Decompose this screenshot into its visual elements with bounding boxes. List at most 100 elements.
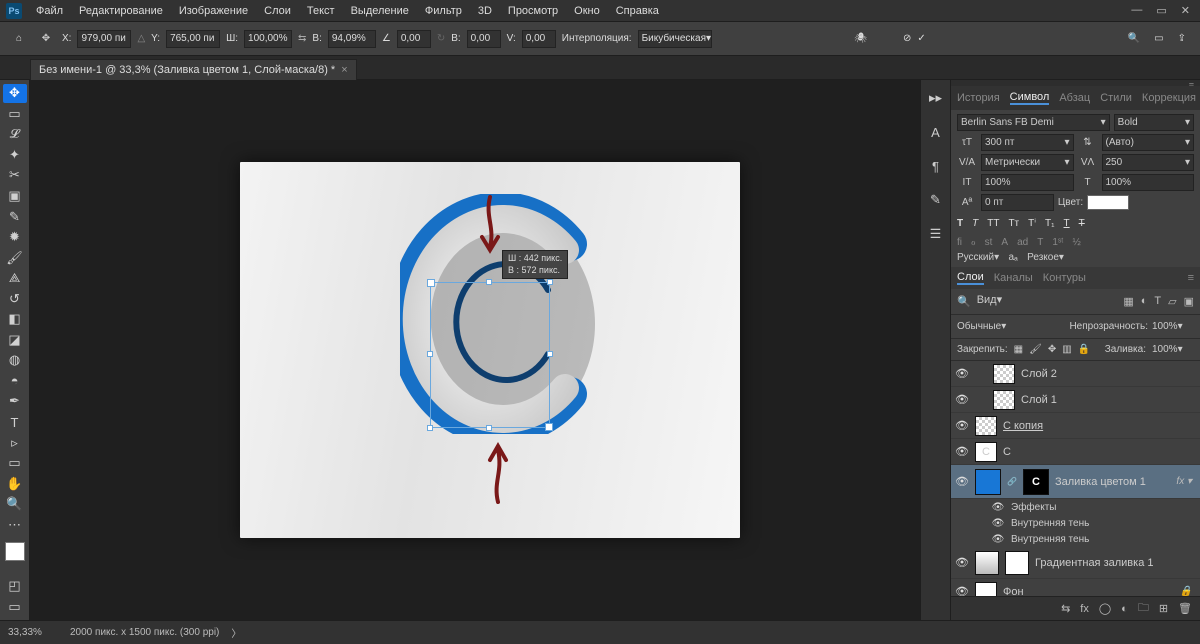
opt-y[interactable]: 765,00 пи bbox=[166, 30, 220, 48]
text-color-swatch[interactable] bbox=[1087, 195, 1129, 210]
antialias[interactable]: Резкое▾ bbox=[1027, 252, 1127, 263]
delete-icon[interactable]: 🗑 bbox=[1178, 602, 1192, 615]
fx-icon[interactable]: fx bbox=[1080, 603, 1089, 615]
tool-gradient[interactable]: ◪ bbox=[3, 331, 27, 350]
tracking[interactable]: Метрически▾ bbox=[981, 154, 1074, 171]
allcaps-icon[interactable]: TT bbox=[987, 218, 999, 229]
visibility-icon[interactable]: 👁 bbox=[955, 367, 969, 380]
menu-window[interactable]: Окно bbox=[566, 3, 608, 19]
tab-styles[interactable]: Стили bbox=[1100, 92, 1132, 104]
share-icon[interactable]: ⇪ bbox=[1178, 33, 1186, 44]
tool-move[interactable]: ✥ bbox=[3, 84, 27, 103]
tool-eyedrop[interactable]: ✎ bbox=[3, 207, 27, 226]
tab-layers[interactable]: Слои bbox=[957, 271, 984, 285]
tool-type[interactable]: T bbox=[3, 413, 27, 432]
search-icon[interactable]: 🔍 bbox=[1128, 33, 1140, 44]
tool-wand[interactable]: ✦ bbox=[3, 146, 27, 165]
zoom-level[interactable]: 33,33% bbox=[8, 627, 58, 638]
adjustment-icon[interactable]: ◐ bbox=[1121, 603, 1128, 615]
opt-w[interactable]: 100,00% bbox=[244, 30, 292, 48]
menu-image[interactable]: Изображение bbox=[171, 3, 256, 19]
tool-hand[interactable]: ✋ bbox=[3, 474, 27, 493]
mask-icon[interactable]: ◯ bbox=[1099, 602, 1111, 615]
lock-art-icon[interactable]: ▥ bbox=[1062, 344, 1071, 355]
new-layer-icon[interactable]: ⊞ bbox=[1159, 602, 1168, 615]
tool-frame[interactable]: ▣ bbox=[3, 187, 27, 206]
tool-zoom[interactable]: 🔍 bbox=[3, 495, 27, 514]
underline-icon[interactable]: T bbox=[1064, 218, 1070, 229]
puppet-icon[interactable]: 🕷 bbox=[854, 33, 867, 44]
window-close-icon[interactable]: ✕ bbox=[1181, 4, 1190, 17]
filter-pixel-icon[interactable]: ▦ bbox=[1123, 295, 1133, 308]
opt-h[interactable]: 94,09% bbox=[328, 30, 376, 48]
visibility-icon[interactable]: 👁 bbox=[955, 393, 969, 406]
menu-view[interactable]: Просмотр bbox=[500, 3, 566, 19]
visibility-icon[interactable]: 👁 bbox=[955, 585, 969, 596]
font-family[interactable]: Berlin Sans FB Demi▾ bbox=[957, 114, 1110, 131]
tool-path[interactable]: ▹ bbox=[3, 433, 27, 452]
glyph-icon[interactable]: ✎ bbox=[926, 190, 946, 210]
menu-filter[interactable]: Фильтр bbox=[417, 3, 470, 19]
layer-row[interactable]: 👁Градиентная заливка 1 bbox=[951, 547, 1200, 579]
char-icon[interactable]: A bbox=[926, 122, 946, 142]
menu-layers[interactable]: Слои bbox=[256, 3, 299, 19]
canvas[interactable]: Ш : 442 пикс. В : 572 пикс. bbox=[30, 80, 950, 620]
lock-trans-icon[interactable]: ▦ bbox=[1014, 344, 1023, 355]
fill[interactable]: 100%▾ bbox=[1152, 344, 1194, 355]
panel-menu-icon[interactable]: ≡ bbox=[1188, 272, 1194, 284]
menu-edit[interactable]: Редактирование bbox=[71, 3, 171, 19]
style-icon[interactable]: ☰ bbox=[926, 224, 946, 244]
menu-select[interactable]: Выделение bbox=[343, 3, 417, 19]
smallcaps-icon[interactable]: Tᴛ bbox=[1008, 218, 1019, 229]
tool-eraser[interactable]: ◧ bbox=[3, 310, 27, 329]
tool-history[interactable]: ↺ bbox=[3, 289, 27, 308]
menu-file[interactable]: Файл bbox=[28, 3, 71, 19]
lock-move-icon[interactable]: ✥ bbox=[1048, 344, 1056, 355]
lock-paint-icon[interactable]: 🖌 bbox=[1029, 344, 1042, 355]
tool-marquee[interactable]: ▭ bbox=[3, 105, 27, 124]
language[interactable]: Русский▾ bbox=[957, 252, 999, 263]
italic-icon[interactable]: T bbox=[972, 218, 978, 229]
workspace-icon[interactable]: ▭ bbox=[1154, 33, 1163, 44]
window-minimize-icon[interactable]: — bbox=[1131, 4, 1142, 17]
blend-mode[interactable]: Обычные▾ bbox=[957, 321, 1065, 332]
layer-row[interactable]: 👁Слой 1 bbox=[951, 387, 1200, 413]
menu-text[interactable]: Текст bbox=[299, 3, 343, 19]
leading[interactable]: (Авто)▾ bbox=[1102, 134, 1195, 151]
expand-icon[interactable]: ▸▸ bbox=[926, 88, 946, 108]
baseline[interactable]: 0 пт bbox=[981, 194, 1054, 211]
fx-badge[interactable]: fx ▾ bbox=[1176, 476, 1196, 487]
cancel-icon[interactable]: ⊘ bbox=[903, 33, 911, 44]
visibility-icon[interactable]: 👁 bbox=[955, 475, 969, 488]
window-restore-icon[interactable]: ▭ bbox=[1156, 4, 1166, 17]
layer-row-selected[interactable]: 👁 🔗 C Заливка цветом 1 fx ▾ bbox=[951, 465, 1200, 499]
visibility-icon[interactable]: 👁 bbox=[955, 445, 969, 458]
filter-adj-icon[interactable]: ◐ bbox=[1141, 295, 1148, 308]
screenmode-icon[interactable]: ▭ bbox=[3, 597, 27, 616]
layer-row[interactable]: 👁С копия bbox=[951, 413, 1200, 439]
menu-help[interactable]: Справка bbox=[608, 3, 667, 19]
para-icon[interactable]: ¶ bbox=[926, 156, 946, 176]
transform-bounds[interactable] bbox=[430, 282, 550, 428]
font-size[interactable]: 300 пт▾ bbox=[981, 134, 1074, 151]
tool-lasso[interactable]: 𝓛 bbox=[3, 125, 27, 144]
document-tab[interactable]: Без имени-1 @ 33,3% (Заливка цветом 1, С… bbox=[30, 59, 357, 81]
hscale[interactable]: 100% bbox=[1102, 174, 1195, 191]
commit-icon[interactable]: ✓ bbox=[917, 33, 925, 44]
bold-icon[interactable]: T bbox=[957, 218, 963, 229]
group-icon[interactable]: 🗀 bbox=[1138, 599, 1149, 618]
kerning[interactable]: 250▾ bbox=[1102, 154, 1195, 171]
tab-character[interactable]: Символ bbox=[1010, 91, 1050, 105]
layer-row[interactable]: 👁Слой 2 bbox=[951, 361, 1200, 387]
tool-stamp[interactable]: ⟁ bbox=[3, 269, 27, 288]
filter-shape-icon[interactable]: ▱ bbox=[1168, 295, 1176, 308]
tool-crop[interactable]: ✂ bbox=[3, 166, 27, 185]
link-layers-icon[interactable]: ⇆ bbox=[1061, 602, 1070, 615]
font-weight[interactable]: Bold▾ bbox=[1114, 114, 1194, 131]
strike-icon[interactable]: T bbox=[1079, 218, 1085, 229]
filter-type-icon[interactable]: T bbox=[1154, 295, 1161, 308]
close-tab-icon[interactable]: × bbox=[341, 64, 347, 76]
visibility-icon[interactable]: 👁 bbox=[955, 556, 969, 569]
opacity[interactable]: 100%▾ bbox=[1152, 321, 1194, 332]
tab-history[interactable]: История bbox=[957, 92, 1000, 104]
